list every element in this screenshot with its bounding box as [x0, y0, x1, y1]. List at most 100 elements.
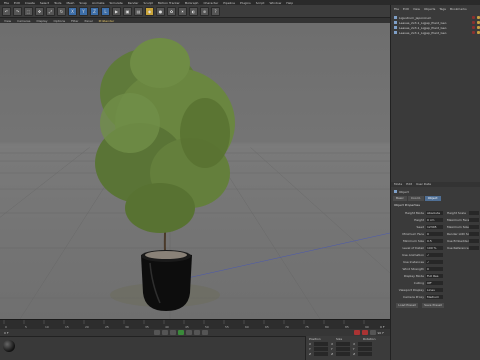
- attribute-value[interactable]: 12345: [426, 224, 443, 229]
- view-menu-item[interactable]: Cameras: [17, 19, 30, 23]
- object-row[interactable]: Leaves_2x3.1_Ligjap_Plant_Geo: [394, 30, 480, 35]
- menu-item[interactable]: Help: [286, 1, 293, 5]
- attribute-value[interactable]: ✓: [426, 252, 443, 257]
- tag-icon[interactable]: [472, 31, 475, 34]
- attribute-value[interactable]: Off: [426, 280, 443, 285]
- menu-item[interactable]: Script: [256, 1, 265, 5]
- attribute-value[interactable]: 100 %: [426, 245, 443, 250]
- object-manager-menu-item[interactable]: Bookmarks: [450, 7, 467, 12]
- coord-field[interactable]: [336, 352, 351, 356]
- toolbar-button[interactable]: ●: [156, 6, 165, 16]
- object-manager-menu-item[interactable]: Objects: [424, 7, 435, 12]
- frame-end-field[interactable]: 90 F: [378, 331, 391, 335]
- view-menu-item[interactable]: Display: [36, 19, 47, 23]
- autokey-button[interactable]: [361, 330, 368, 335]
- next-key-button[interactable]: [194, 330, 201, 335]
- next-frame-button[interactable]: [186, 330, 193, 335]
- attribute-value-right[interactable]: [469, 238, 479, 243]
- view-menu-item[interactable]: Panel: [85, 19, 93, 23]
- coord-field[interactable]: [336, 342, 351, 346]
- toolbar-button[interactable]: ⤢: [46, 6, 55, 16]
- coord-field[interactable]: [314, 352, 329, 356]
- attribute-tab[interactable]: Object: [424, 196, 441, 201]
- attribute-value-right[interactable]: [469, 231, 479, 236]
- toolbar-button[interactable]: ◐: [189, 6, 198, 16]
- attribute-value[interactable]: 0.5: [426, 238, 443, 243]
- toolbar-button[interactable]: X: [68, 6, 77, 16]
- coord-field[interactable]: [358, 342, 373, 346]
- coord-field[interactable]: [314, 342, 329, 346]
- timeline[interactable]: 0 5 10 15 20 25 30 35 40 45 50 55 60 65 70 75 80 85 90 0 F: [0, 319, 390, 329]
- toolbar-button[interactable]: ↻: [57, 6, 66, 16]
- attribute-value-right[interactable]: [469, 210, 479, 215]
- menu-item[interactable]: Create: [25, 1, 35, 5]
- menu-item[interactable]: Sculpt: [143, 1, 152, 5]
- tag-icon[interactable]: [472, 21, 475, 24]
- preset-button[interactable]: Load Preset: [396, 303, 418, 308]
- toolbar-button[interactable]: Z: [90, 6, 99, 16]
- menu-item[interactable]: Mesh: [66, 1, 74, 5]
- coord-field[interactable]: [358, 352, 373, 356]
- attribute-menu-item[interactable]: User Data: [416, 182, 431, 187]
- menu-item[interactable]: Character: [203, 1, 218, 5]
- view-menu-item[interactable]: View: [4, 19, 11, 23]
- attribute-value[interactable]: Medium: [426, 294, 443, 299]
- menu-item[interactable]: MoGraph: [185, 1, 199, 5]
- attribute-value[interactable]: 0 cm: [426, 217, 443, 222]
- menu-item[interactable]: File: [4, 1, 9, 5]
- toolbar-button[interactable]: ↶: [2, 6, 11, 16]
- prev-key-button[interactable]: [162, 330, 169, 335]
- object-manager-menu-item[interactable]: Edit: [403, 7, 409, 12]
- attribute-tab[interactable]: Coord.: [407, 196, 424, 201]
- view-menu-item[interactable]: Options: [54, 19, 66, 23]
- menu-item[interactable]: Render: [128, 1, 139, 5]
- toolbar-button[interactable]: ▣: [123, 6, 132, 16]
- prev-frame-button[interactable]: [170, 330, 177, 335]
- toolbar-button[interactable]: ?: [211, 6, 220, 16]
- toolbar-button[interactable]: Y: [79, 6, 88, 16]
- attribute-value[interactable]: Absolute: [426, 210, 443, 215]
- toolbar-button[interactable]: ▤: [134, 6, 143, 16]
- menu-item[interactable]: Simulate: [110, 1, 123, 5]
- attribute-value-right[interactable]: [469, 224, 479, 229]
- attribute-menu-item[interactable]: Edit: [406, 182, 412, 187]
- go-start-button[interactable]: [154, 330, 161, 335]
- toolbar-button[interactable]: ✿: [167, 6, 176, 16]
- record-button[interactable]: [353, 330, 360, 335]
- object-manager-menu-item[interactable]: View: [413, 7, 420, 12]
- toolbar-button[interactable]: ↷: [13, 6, 22, 16]
- material-swatch[interactable]: [3, 340, 15, 352]
- attribute-value[interactable]: Lines: [426, 287, 443, 292]
- menu-item[interactable]: Pipeline: [223, 1, 235, 5]
- toolbar-button[interactable]: ▶: [112, 6, 121, 16]
- 3d-viewport[interactable]: [0, 23, 390, 319]
- object-manager-menu-item[interactable]: File: [394, 7, 399, 12]
- menu-item[interactable]: Animate: [92, 1, 105, 5]
- menu-item[interactable]: Snap: [79, 1, 87, 5]
- object-manager-menu-item[interactable]: Tags: [439, 7, 446, 12]
- preset-button[interactable]: Save Preset: [422, 303, 444, 308]
- toolbar-button[interactable]: ✥: [35, 6, 44, 16]
- menu-item[interactable]: Tools: [54, 1, 61, 5]
- toolbar-button[interactable]: ☀: [178, 6, 187, 16]
- view-menu-item[interactable]: ProRender: [99, 19, 114, 23]
- coord-field[interactable]: [357, 347, 372, 351]
- attribute-value[interactable]: 0: [426, 266, 443, 271]
- attribute-value-right[interactable]: [469, 245, 479, 250]
- view-menu-item[interactable]: Filter: [71, 19, 78, 23]
- coord-field[interactable]: [313, 347, 328, 351]
- menu-item[interactable]: Window: [269, 1, 281, 5]
- attribute-value[interactable]: ✓: [426, 259, 443, 264]
- toolbar-button[interactable]: ◆: [145, 6, 154, 16]
- toolbar-button[interactable]: L: [101, 6, 110, 16]
- go-end-button[interactable]: [202, 330, 209, 335]
- attribute-tab[interactable]: Basic: [393, 196, 407, 201]
- coord-field[interactable]: [335, 347, 350, 351]
- frame-start-field[interactable]: 0 F: [4, 331, 9, 335]
- menu-item[interactable]: Edit: [14, 1, 20, 5]
- attribute-value[interactable]: Full Res: [426, 273, 443, 278]
- attribute-menu-item[interactable]: Mode: [394, 182, 402, 187]
- attribute-value[interactable]: 0: [426, 231, 443, 236]
- toolbar-button[interactable]: ⊕: [200, 6, 209, 16]
- menu-item[interactable]: Plugins: [240, 1, 251, 5]
